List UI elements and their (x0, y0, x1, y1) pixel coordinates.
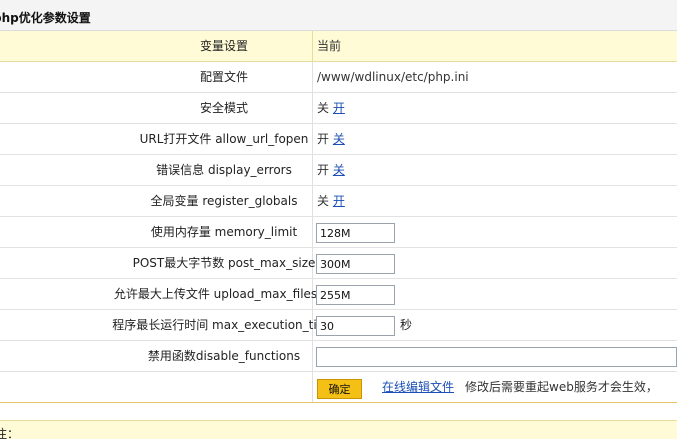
row-config-file: 配置文件 /www/wdlinux/etc/php.ini (0, 62, 677, 93)
row-upload-max-filesize: 允许最大上传文件 upload_max_filesize (0, 279, 677, 310)
row-label: 全局变量 register_globals (150, 194, 298, 208)
settings-table: 变量设置 当前 配置文件 /www/wdlinux/etc/php.ini 安全… (0, 31, 677, 403)
safe-mode-state: 关 (317, 101, 330, 115)
row-label: POST最大字节数 post_max_size (132, 256, 316, 270)
header-current: 当前 (317, 39, 342, 53)
row-memory-limit: 使用内存量 memory_limit (0, 217, 677, 248)
row-register-globals: 全局变量 register_globals 关 开 (0, 186, 677, 217)
upload-max-filesize-input[interactable] (316, 285, 395, 305)
row-allow-url-fopen: URL打开文件 allow_url_fopen 开 关 (0, 124, 677, 155)
row-label: URL打开文件 allow_url_fopen (139, 132, 309, 146)
submit-button[interactable]: 确定 (317, 379, 362, 399)
register-globals-state: 关 (317, 194, 330, 208)
row-display-errors: 错误信息 display_errors 开 关 (0, 155, 677, 186)
page-title: php优化参数设置 (0, 11, 91, 25)
row-label: 安全模式 (199, 101, 249, 115)
remarks-bar: 注： (0, 420, 677, 441)
allow-url-fopen-toggle[interactable]: 关 (333, 132, 345, 146)
header-variable: 变量设置 (199, 39, 249, 53)
config-file-path: /www/wdlinux/etc/php.ini (317, 70, 469, 84)
row-label: 允许最大上传文件 upload_max_filesize (113, 287, 335, 301)
max-execution-time-input[interactable] (316, 316, 395, 336)
seconds-unit: 秒 (400, 318, 413, 332)
title-bar: php优化参数设置 (0, 0, 677, 31)
table-header: 变量设置 当前 (0, 31, 677, 62)
row-label: 配置文件 (199, 70, 249, 84)
edit-file-link[interactable]: 在线编辑文件 (382, 372, 454, 402)
row-disable-functions: 禁用函数disable_functions (0, 341, 677, 372)
row-label: 禁用函数disable_functions (147, 349, 301, 363)
post-max-size-input[interactable] (316, 254, 395, 274)
row-max-execution-time: 程序最长运行时间 max_execution_time 秒 (0, 310, 677, 341)
remarks-label: 注： (0, 427, 20, 441)
allow-url-fopen-state: 开 (317, 132, 330, 146)
disable-functions-input[interactable] (316, 347, 677, 367)
memory-limit-input[interactable] (316, 223, 395, 243)
restart-note: 修改后需要重起web服务才会生效， (465, 380, 658, 394)
safe-mode-toggle[interactable]: 开 (333, 101, 345, 115)
row-label: 错误信息 display_errors (156, 163, 292, 177)
display-errors-toggle[interactable]: 关 (333, 163, 345, 177)
row-post-max-size: POST最大字节数 post_max_size (0, 248, 677, 279)
row-safe-mode: 安全模式 关 开 (0, 93, 677, 124)
row-label: 程序最长运行时间 max_execution_time (112, 318, 336, 332)
row-actions: 确定 在线编辑文件 修改后需要重起web服务才会生效， (0, 372, 677, 402)
display-errors-state: 开 (317, 163, 330, 177)
register-globals-toggle[interactable]: 开 (333, 194, 345, 208)
row-label: 使用内存量 memory_limit (150, 225, 298, 239)
